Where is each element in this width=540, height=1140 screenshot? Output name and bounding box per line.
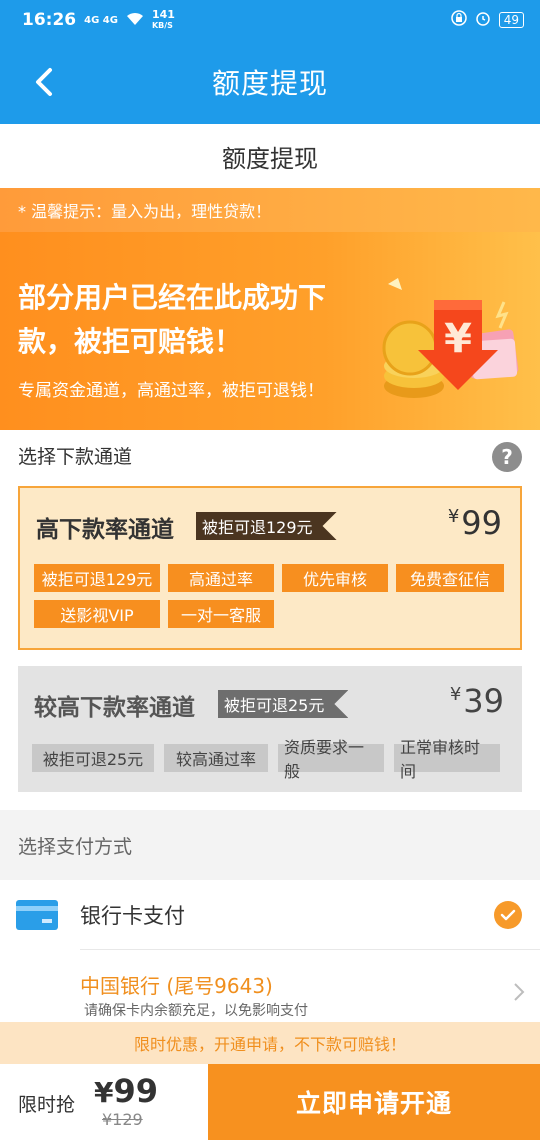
feature-tag: 一对一客服 bbox=[168, 600, 274, 628]
back-icon[interactable] bbox=[26, 64, 62, 100]
alarm-icon bbox=[475, 10, 491, 30]
feature-tags: 被拒可退129元 高通过率 优先审核 免费查征信 送影视VIP 一对一客服 bbox=[34, 564, 514, 628]
lock-icon bbox=[450, 10, 467, 30]
chevron-right-icon bbox=[514, 983, 525, 1001]
bottom-price-value: 99 bbox=[113, 1072, 159, 1110]
limited-offer-label: 限时抢 bbox=[18, 1094, 76, 1116]
check-icon[interactable] bbox=[494, 901, 522, 929]
channel-card-high[interactable]: 高下款率通道 被拒可退129元 ¥99 被拒可退129元 高通过率 优先审核 免… bbox=[18, 486, 522, 650]
channel-title: 高下款率通道 bbox=[36, 517, 174, 543]
bank-account-row[interactable]: 中国银行 (尾号9643) 请确保卡内余额充足，以免影响支付 bbox=[0, 950, 540, 1022]
tip-bar: * 温馨提示：量入为出，理性贷款！ bbox=[0, 188, 540, 232]
status-time: 16:26 bbox=[22, 10, 77, 30]
bottom-price: ¥99 bbox=[94, 1072, 158, 1110]
channel-card-medium[interactable]: 较高下款率通道 被拒可退25元 ¥39 被拒可退25元 较高通过率 资质要求一般… bbox=[18, 666, 522, 792]
banner-subtext: 专属资金通道，高通过率，被拒可退钱！ bbox=[18, 381, 324, 401]
feature-tag: 高通过率 bbox=[168, 564, 274, 592]
battery-icon: 49 bbox=[498, 12, 524, 28]
feature-tag: 送影视VIP bbox=[34, 600, 160, 628]
channel-price-value: 39 bbox=[463, 682, 504, 720]
channel-price: ¥39 bbox=[450, 682, 504, 720]
channel-section-label: 选择下款通道 bbox=[18, 446, 133, 468]
currency-symbol: ¥ bbox=[94, 1076, 114, 1109]
nav-title: 额度提现 bbox=[211, 67, 328, 100]
payment-method-label: 银行卡支付 bbox=[80, 904, 185, 928]
status-bar: 16:26 4G 4G 141 KB/S 49 bbox=[0, 0, 540, 40]
status-right: 49 bbox=[450, 10, 524, 30]
feature-tag: 被拒可退129元 bbox=[34, 564, 160, 592]
banner-yen-glyph: ¥ bbox=[444, 316, 472, 362]
nav-bar: 额度提现 bbox=[0, 40, 540, 124]
help-icon[interactable]: ? bbox=[492, 442, 522, 472]
channel-price: ¥99 bbox=[448, 504, 502, 542]
money-illustration-icon: ¥ bbox=[382, 278, 519, 398]
net-speed-value: 141 bbox=[151, 7, 175, 21]
refund-badge: 被拒可退25元 bbox=[218, 690, 348, 718]
currency-symbol: ¥ bbox=[449, 684, 462, 705]
payment-method-bank-card[interactable]: 银行卡支付 bbox=[0, 880, 540, 950]
bottom-bar: 限时抢 ¥99 ¥129 立即申请开通 bbox=[0, 1064, 540, 1140]
payment-section-label: 选择支付方式 bbox=[0, 810, 540, 880]
feature-tag: 资质要求一般 bbox=[278, 738, 384, 781]
bank-name: 中国银行 (尾号9643) bbox=[80, 974, 273, 998]
bank-card-icon bbox=[16, 900, 58, 930]
channel-price-value: 99 bbox=[461, 504, 502, 542]
feature-tag: 较高通过率 bbox=[164, 744, 268, 772]
page-subtitle: 额度提现 bbox=[0, 124, 540, 188]
feature-tag: 正常审核时间 bbox=[394, 738, 500, 781]
feature-tags: 被拒可退25元 较高通过率 资质要求一般 正常审核时间 bbox=[32, 738, 512, 781]
net-speed-unit: KB/S bbox=[151, 20, 173, 30]
bank-note: 请确保卡内余额充足，以免影响支付 bbox=[84, 1003, 308, 1019]
feature-tag: 优先审核 bbox=[282, 564, 388, 592]
feature-tag: 被拒可退25元 bbox=[32, 744, 154, 772]
banner-headline: 部分用户已经在此成功下款，被拒可赔钱！ bbox=[18, 281, 327, 358]
net-speed: 141 KB/S bbox=[151, 7, 175, 31]
original-price: ¥129 bbox=[102, 1110, 143, 1129]
status-left: 16:26 4G 4G 141 KB/S bbox=[22, 7, 175, 31]
refund-badge: 被拒可退129元 bbox=[196, 512, 337, 540]
apply-button[interactable]: 立即申请开通 bbox=[208, 1064, 540, 1140]
channel-title: 较高下款率通道 bbox=[34, 695, 195, 721]
wifi-icon bbox=[126, 11, 144, 30]
currency-symbol: ¥ bbox=[447, 506, 460, 527]
promo-bar: 限时优惠，开通申请，不下款可赔钱！ bbox=[0, 1022, 540, 1064]
signal-icon: 4G 4G bbox=[84, 14, 118, 26]
channel-section: 选择下款通道 ? 高下款率通道 被拒可退129元 ¥99 被拒可退129元 高通… bbox=[0, 430, 540, 810]
promo-banner[interactable]: 部分用户已经在此成功下款，被拒可赔钱！ 专属资金通道，高通过率，被拒可退钱！ ¥ bbox=[0, 232, 540, 430]
feature-tag: 免费查征信 bbox=[396, 564, 504, 592]
